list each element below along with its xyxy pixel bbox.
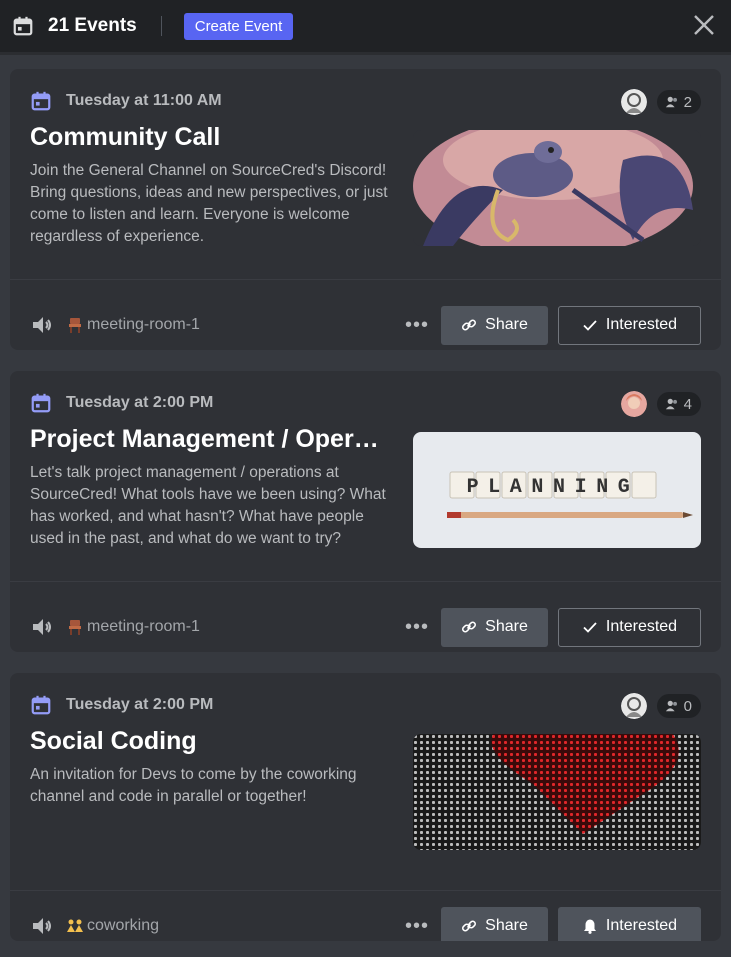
chair-icon bbox=[69, 620, 81, 635]
attendee-count-badge: 0 bbox=[656, 694, 701, 718]
more-options-button[interactable]: ••• bbox=[405, 616, 429, 639]
calendar-icon bbox=[31, 695, 51, 715]
stage-channel-icon bbox=[33, 317, 51, 333]
event-date-row: Tuesday at 2:00 PM bbox=[30, 391, 701, 415]
stage-channel-icon bbox=[33, 619, 51, 635]
attendee-count-badge: 4 bbox=[656, 392, 701, 416]
people-icon bbox=[665, 96, 677, 108]
interested-label: Interested bbox=[605, 316, 678, 333]
chair-icon bbox=[69, 318, 81, 333]
calendar-icon bbox=[31, 91, 51, 111]
share-button[interactable]: Share bbox=[441, 906, 548, 941]
attendee-count: 4 bbox=[683, 395, 692, 413]
close-icon[interactable] bbox=[693, 14, 715, 36]
link-icon bbox=[462, 319, 477, 331]
event-date: Tuesday at 2:00 PM bbox=[66, 394, 214, 411]
calendar-icon bbox=[13, 16, 33, 36]
create-event-button[interactable]: Create Event bbox=[183, 12, 294, 40]
attendee-count: 2 bbox=[683, 93, 692, 111]
link-icon bbox=[462, 621, 477, 633]
event-title[interactable]: Social Coding bbox=[30, 727, 392, 756]
share-button[interactable]: Share bbox=[441, 607, 548, 647]
people-icon bbox=[665, 398, 677, 410]
event-card[interactable]: Tuesday at 11:00 AM 2 Community Call Joi… bbox=[10, 69, 721, 350]
event-title[interactable]: Community Call bbox=[30, 123, 392, 152]
interested-button[interactable]: Interested bbox=[558, 305, 701, 345]
attendees: 4 bbox=[620, 391, 701, 417]
share-button[interactable]: Share bbox=[441, 305, 548, 345]
people-working-icon bbox=[67, 919, 83, 932]
event-date-row: Tuesday at 2:00 PM bbox=[30, 693, 701, 717]
interested-button[interactable]: Interested bbox=[558, 906, 701, 941]
event-date: Tuesday at 2:00 PM bbox=[66, 696, 214, 713]
share-label: Share bbox=[485, 917, 528, 934]
event-cover-image bbox=[413, 130, 701, 246]
share-label: Share bbox=[485, 618, 528, 635]
people-icon bbox=[665, 700, 677, 712]
header-divider bbox=[160, 16, 162, 36]
event-description: An invitation for Devs to come by the co… bbox=[30, 766, 357, 805]
interested-button[interactable]: Interested bbox=[558, 607, 701, 647]
share-label: Share bbox=[485, 316, 528, 333]
more-options-button[interactable]: ••• bbox=[405, 314, 429, 337]
attendees: 0 bbox=[620, 693, 701, 719]
avatar bbox=[620, 89, 647, 115]
event-count: 21 Events bbox=[48, 15, 137, 36]
attendee-count: 0 bbox=[683, 697, 692, 715]
event-channel[interactable]: coworking bbox=[87, 917, 159, 935]
event-date-row: Tuesday at 11:00 AM bbox=[30, 89, 701, 113]
interested-label: Interested bbox=[605, 917, 678, 934]
calendar-icon bbox=[31, 393, 51, 413]
attendee-count-badge: 2 bbox=[656, 90, 701, 114]
more-options-button[interactable]: ••• bbox=[405, 915, 429, 938]
planning-text: PLANNING bbox=[467, 476, 640, 499]
events-header: 21 Events Create Event bbox=[0, 0, 731, 52]
event-channel[interactable]: meeting-room-1 bbox=[87, 618, 200, 636]
checkmark-icon bbox=[583, 320, 597, 331]
event-cover-image: PLANNING bbox=[413, 432, 701, 548]
avatar bbox=[620, 391, 647, 417]
event-card[interactable]: Tuesday at 2:00 PM 0 Social Coding An in… bbox=[10, 673, 721, 941]
event-title[interactable]: Project Management / Operations bbox=[30, 425, 392, 454]
attendees: 2 bbox=[620, 89, 701, 115]
event-cover-image bbox=[413, 734, 701, 850]
event-date: Tuesday at 11:00 AM bbox=[66, 92, 222, 109]
checkmark-icon bbox=[583, 622, 597, 633]
event-channel[interactable]: meeting-room-1 bbox=[87, 316, 200, 334]
event-card[interactable]: Tuesday at 2:00 PM 4 Project Management … bbox=[10, 371, 721, 652]
avatar bbox=[620, 693, 647, 719]
link-icon bbox=[462, 920, 477, 932]
interested-label: Interested bbox=[605, 618, 678, 635]
event-description: Join the General Channel on SourceCred's… bbox=[30, 162, 388, 245]
event-description: Let's talk project management / operatio… bbox=[30, 464, 386, 547]
bell-icon bbox=[583, 919, 596, 934]
stage-channel-icon bbox=[33, 918, 51, 934]
event-list: Tuesday at 11:00 AM 2 Community Call Joi… bbox=[0, 55, 731, 941]
